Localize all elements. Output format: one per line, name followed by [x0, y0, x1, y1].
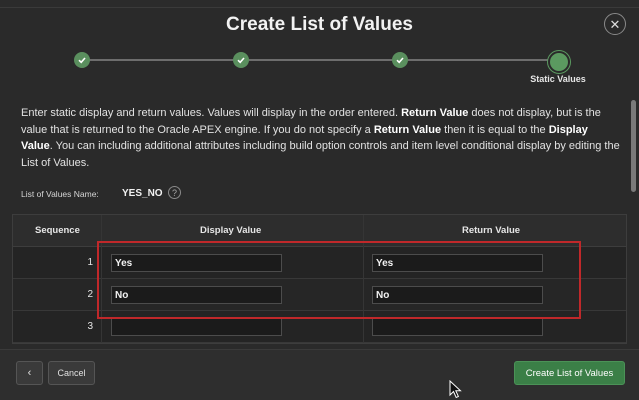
- sequence-cell: 2: [87, 289, 93, 300]
- help-icon[interactable]: ?: [168, 186, 181, 199]
- cancel-button[interactable]: Cancel: [48, 361, 95, 385]
- wizard-step-4-current: [548, 51, 570, 73]
- app-header-strip: [0, 0, 639, 7]
- display-value-input[interactable]: [111, 318, 282, 336]
- back-button[interactable]: ‹: [16, 361, 43, 385]
- create-list-of-values-button[interactable]: Create List of Values: [514, 361, 625, 385]
- wizard-step-label: Static Values: [530, 74, 586, 84]
- column-header-return-value: Return Value: [462, 225, 521, 236]
- lov-name-value: YES_NO: [122, 188, 163, 199]
- lov-name-label: List of Values Name:: [21, 189, 99, 199]
- check-icon: [237, 57, 245, 64]
- wizard-progress-line: [82, 59, 558, 61]
- column-header-sequence: Sequence: [35, 225, 80, 236]
- wizard-step-2-complete: [233, 52, 249, 68]
- check-icon: [396, 57, 404, 64]
- return-value-input[interactable]: [372, 318, 543, 336]
- sequence-cell: 3: [87, 321, 93, 332]
- sequence-cell: 1: [87, 257, 93, 268]
- highlight-annotation-box: [97, 241, 581, 319]
- wizard-step-3-complete: [392, 52, 408, 68]
- dialog-scrollbar[interactable]: [631, 100, 636, 192]
- mouse-pointer-icon: [449, 380, 462, 399]
- wizard-step-1-complete: [74, 52, 90, 68]
- close-icon[interactable]: ✕: [604, 13, 626, 35]
- column-header-display-value: Display Value: [200, 225, 262, 236]
- dialog-title: Create List of Values: [226, 14, 413, 35]
- check-icon: [78, 57, 86, 64]
- instructions-text: Enter static display and return values. …: [21, 107, 620, 169]
